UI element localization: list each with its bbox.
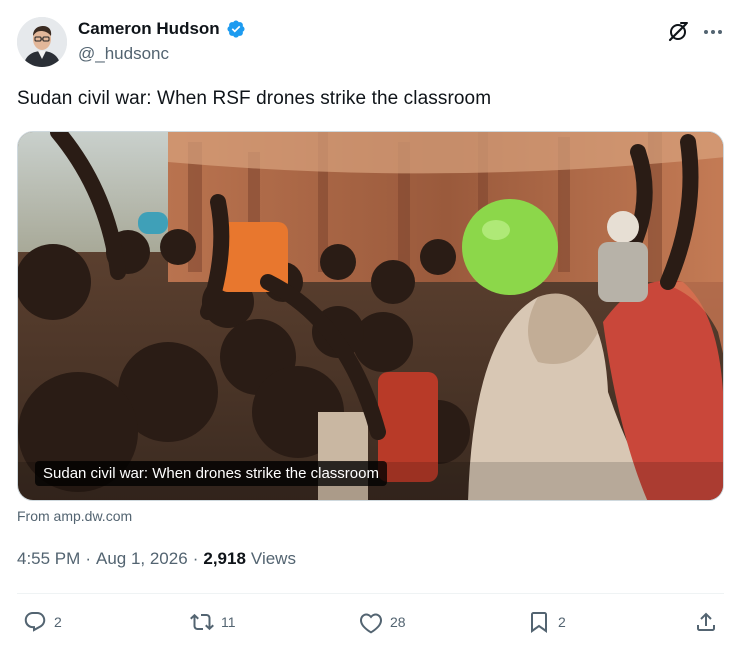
- heart-icon: [360, 613, 382, 634]
- like-count: 28: [390, 614, 406, 630]
- author-name[interactable]: Cameron Hudson: [78, 19, 220, 39]
- avatar[interactable]: [17, 17, 67, 67]
- meta-separator: ·: [192, 549, 199, 568]
- bookmark-count: 2: [558, 614, 566, 630]
- divider: [17, 593, 724, 594]
- verified-badge-icon[interactable]: [226, 19, 246, 39]
- tweet-meta: 4:55 PM · Aug 1, 2026 · 2,918 Views: [17, 549, 296, 569]
- views-label: Views: [250, 549, 296, 568]
- like-button[interactable]: 28: [359, 610, 406, 634]
- tweet-time[interactable]: 4:55 PM: [17, 549, 80, 569]
- views-count[interactable]: 2,918: [203, 549, 246, 569]
- author-name-row[interactable]: Cameron Hudson: [78, 19, 246, 39]
- bookmark-icon: [531, 612, 547, 633]
- author-handle[interactable]: @_hudsonc: [78, 44, 169, 64]
- meta-separator: ·: [85, 549, 91, 568]
- reply-button[interactable]: 2: [23, 610, 62, 634]
- retweet-icon: [190, 613, 214, 631]
- tweet-date[interactable]: Aug 1, 2026: [96, 549, 188, 569]
- share-button[interactable]: [694, 610, 718, 634]
- retweet-count: 11: [221, 614, 236, 630]
- link-card-image[interactable]: [17, 131, 724, 501]
- crowd-photo: [18, 132, 723, 500]
- more-options-icon[interactable]: [701, 20, 725, 44]
- tweet-text: Sudan civil war: When RSF drones strike …: [17, 88, 492, 109]
- link-card-caption[interactable]: Sudan civil war: When drones strike the …: [35, 461, 387, 486]
- retweet-button[interactable]: 11: [190, 610, 236, 634]
- bookmark-button[interactable]: 2: [527, 610, 566, 634]
- reply-count: 2: [54, 614, 62, 630]
- grok-icon[interactable]: [666, 20, 690, 44]
- reply-icon: [24, 612, 46, 632]
- share-icon: [697, 612, 715, 631]
- avatar-image: [17, 17, 67, 67]
- link-card-source[interactable]: From amp.dw.com: [17, 508, 132, 524]
